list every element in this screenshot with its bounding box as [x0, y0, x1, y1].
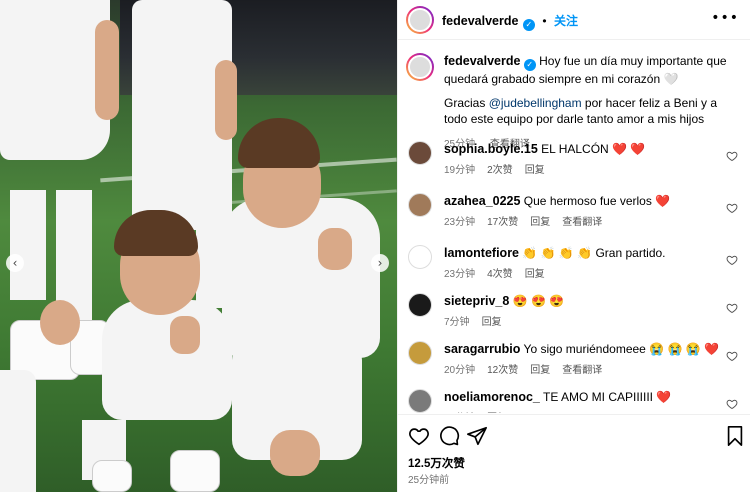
boy-left-shoe	[92, 460, 132, 492]
post-caption: fedevalverde ✓ Hoy fue un día muy import…	[406, 53, 728, 150]
heart-icon[interactable]	[726, 349, 738, 362]
heart-icon[interactable]	[726, 253, 738, 266]
mention-link[interactable]: @judebellingham	[489, 96, 582, 110]
boy-left-hand	[170, 316, 200, 354]
prev-image-button[interactable]: ‹	[6, 254, 24, 272]
comment-text: Yo sigo muriéndomeee 😭 😭 😭 ❤️	[523, 342, 719, 356]
comment-text: EL HALCÓN ❤️ ❤️	[541, 142, 646, 156]
post-timestamp: 25分钟前	[408, 475, 450, 486]
commenter-avatar[interactable]	[408, 193, 432, 217]
comment-item: sietepriv_8 😍 😍 😍 7分钟 回复	[408, 293, 738, 339]
heart-icon[interactable]	[726, 397, 738, 410]
commenter-avatar[interactable]	[408, 389, 432, 413]
reply-button[interactable]: 回复	[525, 165, 545, 176]
comment-username[interactable]: azahea_0225	[444, 194, 520, 208]
comment-text: TE AMO MI CAPIIIIII ❤️	[543, 390, 672, 404]
comment-text: 😍 😍 😍	[512, 294, 565, 308]
comment-time: 19分钟	[444, 165, 476, 176]
reply-button[interactable]: 回复	[530, 217, 550, 228]
comment-username[interactable]: lamontefiore	[444, 246, 519, 260]
comment-time: 20分钟	[444, 365, 476, 376]
boy-left-body	[102, 300, 232, 420]
comment-username[interactable]: noeliamorenoc_	[444, 390, 540, 404]
post-photo[interactable]: ‹ ›	[0, 0, 397, 492]
translate-button[interactable]: 查看翻译	[562, 217, 602, 228]
share-icon[interactable]	[466, 425, 488, 447]
comment-time: 23分钟	[444, 269, 476, 280]
boy-right-hair	[238, 118, 320, 168]
adult-sock-right	[196, 228, 224, 308]
author-avatar[interactable]	[406, 6, 434, 34]
comment-text: Que hermoso fue verlos ❤️	[523, 194, 671, 208]
heart-icon[interactable]	[408, 425, 430, 447]
more-options-button[interactable]: •••	[711, 10, 739, 26]
next-image-button[interactable]: ›	[371, 254, 389, 272]
adult-figure-left	[0, 0, 110, 160]
comment-icon[interactable]	[438, 425, 460, 447]
author-username[interactable]: fedevalverde	[442, 14, 518, 28]
adult-hand	[40, 300, 80, 345]
comment-item: azahea_0225 Que hermoso fue verlos ❤️ 23分…	[408, 193, 738, 239]
comment-item: saragarrubio Yo sigo muriéndomeee 😭 😭 😭 …	[408, 341, 738, 387]
caption-line-2-pre: Gracias	[444, 96, 489, 110]
comment-text: 👏 👏 👏 👏 Gran partido.	[522, 246, 666, 260]
verified-badge-icon: ✓	[522, 19, 535, 31]
adult-arm-left	[95, 20, 119, 120]
author-avatar[interactable]	[406, 53, 434, 81]
post-actions: 12.5万次赞 25分钟前	[398, 414, 750, 492]
commenter-avatar[interactable]	[408, 341, 432, 365]
comment-likes[interactable]: 12次赞	[487, 365, 518, 376]
separator-dot: •	[542, 14, 547, 28]
commenter-avatar[interactable]	[408, 245, 432, 269]
adult-arm-right	[215, 60, 237, 140]
translate-button[interactable]: 查看翻译	[562, 365, 602, 376]
comment-time: 7分钟	[444, 317, 470, 328]
comment-likes[interactable]: 2次赞	[487, 165, 513, 176]
comment-item: sophia.boyle.15 EL HALCÓN ❤️ ❤️ 19分钟 2次赞 回复	[408, 141, 738, 187]
comments-feed[interactable]: fedevalverde ✓ Hoy fue un día muy import…	[398, 41, 750, 413]
commenter-avatar[interactable]	[408, 141, 432, 165]
heart-icon[interactable]	[726, 301, 738, 314]
boy-left-shoe-2	[170, 450, 220, 492]
comment-item: noeliamorenoc_ TE AMO MI CAPIIIIII ❤️15分…	[408, 389, 738, 413]
post-header: fedevalverde ✓ • 关注 •••	[398, 0, 750, 40]
comment-likes[interactable]: 4次赞	[487, 269, 513, 280]
comment-username[interactable]: sietepriv_8	[444, 294, 509, 308]
reply-button[interactable]: 回复	[530, 365, 550, 376]
comment-username[interactable]: sophia.boyle.15	[444, 142, 538, 156]
likes-count[interactable]: 12.5万次赞	[408, 455, 465, 471]
reply-button[interactable]: 回复	[482, 317, 502, 328]
post-details-panel: fedevalverde ✓ • 关注 ••• fedevalverde ✓ H…	[397, 0, 750, 492]
comment-time: 23分钟	[444, 217, 476, 228]
comment-likes[interactable]: 17次赞	[487, 217, 518, 228]
boy-right-hand	[318, 228, 352, 270]
comment-username[interactable]: saragarrubio	[444, 342, 520, 356]
adult-figure-bottom	[0, 370, 36, 492]
commenter-avatar[interactable]	[408, 293, 432, 317]
verified-badge-icon: ✓	[523, 59, 536, 71]
follow-button[interactable]: 关注	[554, 14, 578, 28]
comment-item: lamontefiore 👏 👏 👏 👏 Gran partido. 23分钟 4次…	[408, 245, 738, 291]
heart-icon[interactable]	[726, 201, 738, 214]
adult-sock-left	[10, 190, 46, 300]
heart-icon[interactable]	[726, 149, 738, 162]
boy-right-knee	[270, 430, 320, 476]
caption-username[interactable]: fedevalverde	[444, 54, 520, 68]
bookmark-icon[interactable]	[724, 425, 746, 447]
reply-button[interactable]: 回复	[525, 269, 545, 280]
